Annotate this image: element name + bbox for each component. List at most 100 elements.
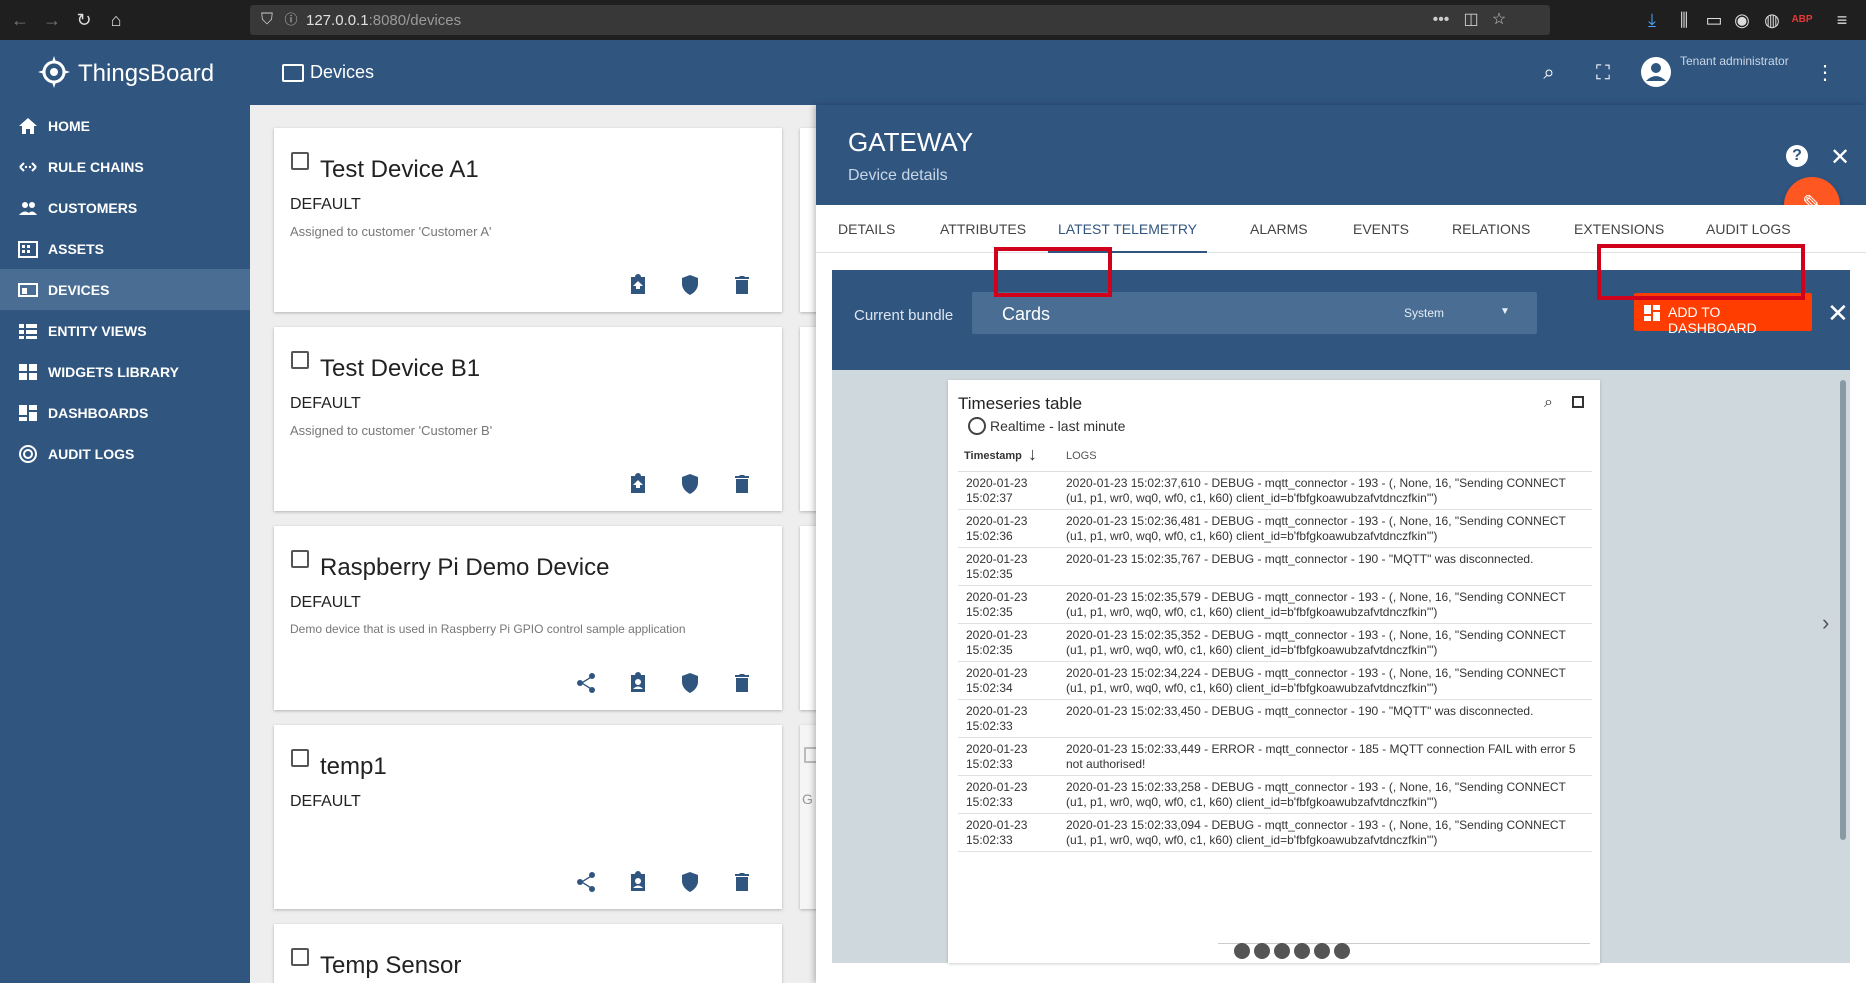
url-text[interactable]: 127.0.0.1:8080/devices [306, 12, 461, 29]
table-row[interactable]: 2020-01-23 15:02:33 2020-01-23 15:02:33,25… [958, 776, 1592, 814]
library-icon[interactable]: ⫼ [1672, 8, 1696, 32]
sidebar-item-entity-views[interactable]: ENTITY VIEWS [0, 310, 250, 351]
address-bar[interactable]: ⛉ ⓘ 127.0.0.1:8080/devices ••• ◫ ☆ [250, 5, 1550, 35]
page-dot[interactable] [1254, 943, 1270, 959]
select-checkbox[interactable] [291, 948, 309, 966]
timeseries-table-widget[interactable]: Timeseries table Realtime - last minute … [948, 380, 1600, 963]
select-checkbox[interactable] [291, 152, 309, 170]
chevron-down-icon[interactable]: ▼ [1500, 306, 1510, 317]
select-checkbox[interactable] [291, 351, 309, 369]
clock-icon [968, 417, 986, 435]
fullscreen-icon[interactable]: ⛶ [1590, 60, 1616, 86]
table-row[interactable]: 2020-01-23 15:02:33 2020-01-23 15:02:33,09… [958, 814, 1592, 852]
sidebar-item-home[interactable]: HOME [0, 105, 250, 146]
help-icon[interactable]: ? [1786, 145, 1808, 167]
column-logs[interactable]: LOGS [1066, 450, 1097, 462]
highlight-box-add-button [1597, 244, 1805, 300]
delete-button[interactable] [730, 273, 754, 297]
page-dot[interactable] [1334, 943, 1350, 959]
sidebar-item-devices[interactable]: DEVICES [0, 269, 250, 310]
bundle-select[interactable]: Cards System ▼ [972, 292, 1537, 334]
credentials-button[interactable] [678, 273, 702, 297]
row-timestamp: 2020-01-23 15:02:33 [966, 780, 1036, 810]
chevron-right-icon[interactable]: › [1822, 610, 1829, 636]
download-icon[interactable]: ⤓ [1640, 8, 1664, 32]
extension-icon[interactable]: ◍ [1760, 8, 1784, 32]
page-dot[interactable] [1274, 943, 1290, 959]
device-card[interactable]: temp1 DEFAULT [274, 725, 782, 909]
table-row[interactable]: 2020-01-23 15:02:37 2020-01-23 15:02:37,61… [958, 472, 1592, 510]
more-actions-icon[interactable]: ••• [1430, 9, 1452, 31]
table-row[interactable]: 2020-01-23 15:02:35 2020-01-23 15:02:35,35… [958, 624, 1592, 662]
search-icon[interactable]: ⌕ [1536, 60, 1562, 86]
tab-latest-telemetry[interactable]: LATEST TELEMETRY [1048, 205, 1208, 253]
sidebar-item-customers[interactable]: CUSTOMERS [0, 187, 250, 228]
select-checkbox[interactable] [291, 550, 309, 568]
table-row[interactable]: 2020-01-23 15:02:35 2020-01-23 15:02:35,57… [958, 586, 1592, 624]
share-button[interactable] [574, 671, 598, 695]
brand[interactable]: ThingsBoard [0, 40, 250, 105]
forward-icon[interactable]: → [40, 8, 64, 32]
sort-arrow-down-icon[interactable]: ↓ [1028, 444, 1037, 465]
bookmark-star-icon[interactable]: ☆ [1488, 9, 1510, 31]
tab-alarms[interactable]: ALARMS [1250, 205, 1308, 253]
highlight-box-bundle [994, 247, 1112, 297]
account-icon[interactable]: ◉ [1730, 8, 1754, 32]
delete-button[interactable] [730, 472, 754, 496]
pocket-icon[interactable]: ◫ [1460, 9, 1482, 31]
sidebar-item-assets[interactable]: ASSETS [0, 228, 250, 269]
unassign-customer-button[interactable] [626, 273, 650, 297]
sidebar-item-dashboards[interactable]: DASHBOARDS [0, 392, 250, 433]
unassign-customer-button[interactable] [626, 472, 650, 496]
back-icon[interactable]: ← [8, 8, 32, 32]
assign-customer-button[interactable] [626, 870, 650, 894]
timewindow[interactable]: Realtime - last minute [990, 418, 1125, 434]
tab-relations[interactable]: RELATIONS [1452, 205, 1530, 253]
page-dot[interactable] [1234, 943, 1250, 959]
device-card[interactable]: Raspberry Pi Demo Device DEFAULT Demo de… [274, 526, 782, 710]
sidebar-item-audit-logs[interactable]: AUDIT LOGS [0, 433, 250, 474]
avatar[interactable] [1640, 56, 1672, 88]
widgets-icon [19, 364, 37, 380]
close-icon[interactable]: ✕ [1827, 298, 1849, 329]
search-icon[interactable]: ⌕ [1544, 394, 1553, 412]
credentials-button[interactable] [678, 671, 702, 695]
home-browser-icon[interactable]: ⌂ [104, 8, 128, 32]
tab-attributes[interactable]: ATTRIBUTES [940, 205, 1026, 253]
credentials-button[interactable] [678, 870, 702, 894]
security-shield-icon [682, 872, 698, 892]
device-card[interactable]: Test Device A1 DEFAULT Assigned to custo… [274, 128, 782, 312]
column-timestamp[interactable]: Timestamp [964, 450, 1022, 462]
sidebar-toggle-icon[interactable]: ▭ [1702, 8, 1726, 32]
table-row[interactable]: 2020-01-23 15:02:33 2020-01-23 15:02:33,45… [958, 700, 1592, 738]
table-row[interactable]: 2020-01-23 15:02:36 2020-01-23 15:02:36,48… [958, 510, 1592, 548]
fullscreen-icon[interactable] [1572, 396, 1584, 408]
tab-events[interactable]: EVENTS [1353, 205, 1409, 253]
table-row[interactable]: 2020-01-23 15:02:34 2020-01-23 15:02:34,22… [958, 662, 1592, 700]
page-dot[interactable] [1314, 943, 1330, 959]
table-row[interactable]: 2020-01-23 15:02:35 2020-01-23 15:02:35,76… [958, 548, 1592, 586]
tab-details[interactable]: DETAILS [838, 205, 895, 253]
table-row[interactable]: 2020-01-23 15:02:33 2020-01-23 15:02:33,44… [958, 738, 1592, 776]
reload-icon[interactable]: ↻ [72, 8, 96, 32]
page-dot[interactable] [1294, 943, 1310, 959]
info-icon[interactable]: ⓘ [280, 9, 302, 31]
menu-icon[interactable]: ≡ [1830, 8, 1854, 32]
device-card[interactable]: Test Device B1 DEFAULT Assigned to custo… [274, 327, 782, 511]
delete-button[interactable] [730, 671, 754, 695]
share-button[interactable] [574, 870, 598, 894]
device-card[interactable]: Temp Sensor [274, 924, 782, 983]
delete-button[interactable] [730, 870, 754, 894]
sidebar-item-rule-chains[interactable]: RULE CHAINS [0, 146, 250, 187]
sidebar-item-widgets-library[interactable]: WIDGETS LIBRARY [0, 351, 250, 392]
credentials-button[interactable] [678, 472, 702, 496]
select-checkbox[interactable] [291, 749, 309, 767]
scrollbar[interactable] [1840, 380, 1846, 840]
shield-icon[interactable]: ⛉ [256, 9, 278, 31]
widget-title: Timeseries table [958, 394, 1083, 413]
adblock-icon[interactable]: ABP [1790, 8, 1814, 32]
assign-customer-button[interactable] [626, 671, 650, 695]
browser-toolbar: ← → ↻ ⌂ ⛉ ⓘ 127.0.0.1:8080/devices ••• ◫… [0, 0, 1866, 40]
more-vert-icon[interactable]: ⋮ [1812, 60, 1838, 86]
close-icon[interactable]: ✕ [1828, 143, 1852, 172]
